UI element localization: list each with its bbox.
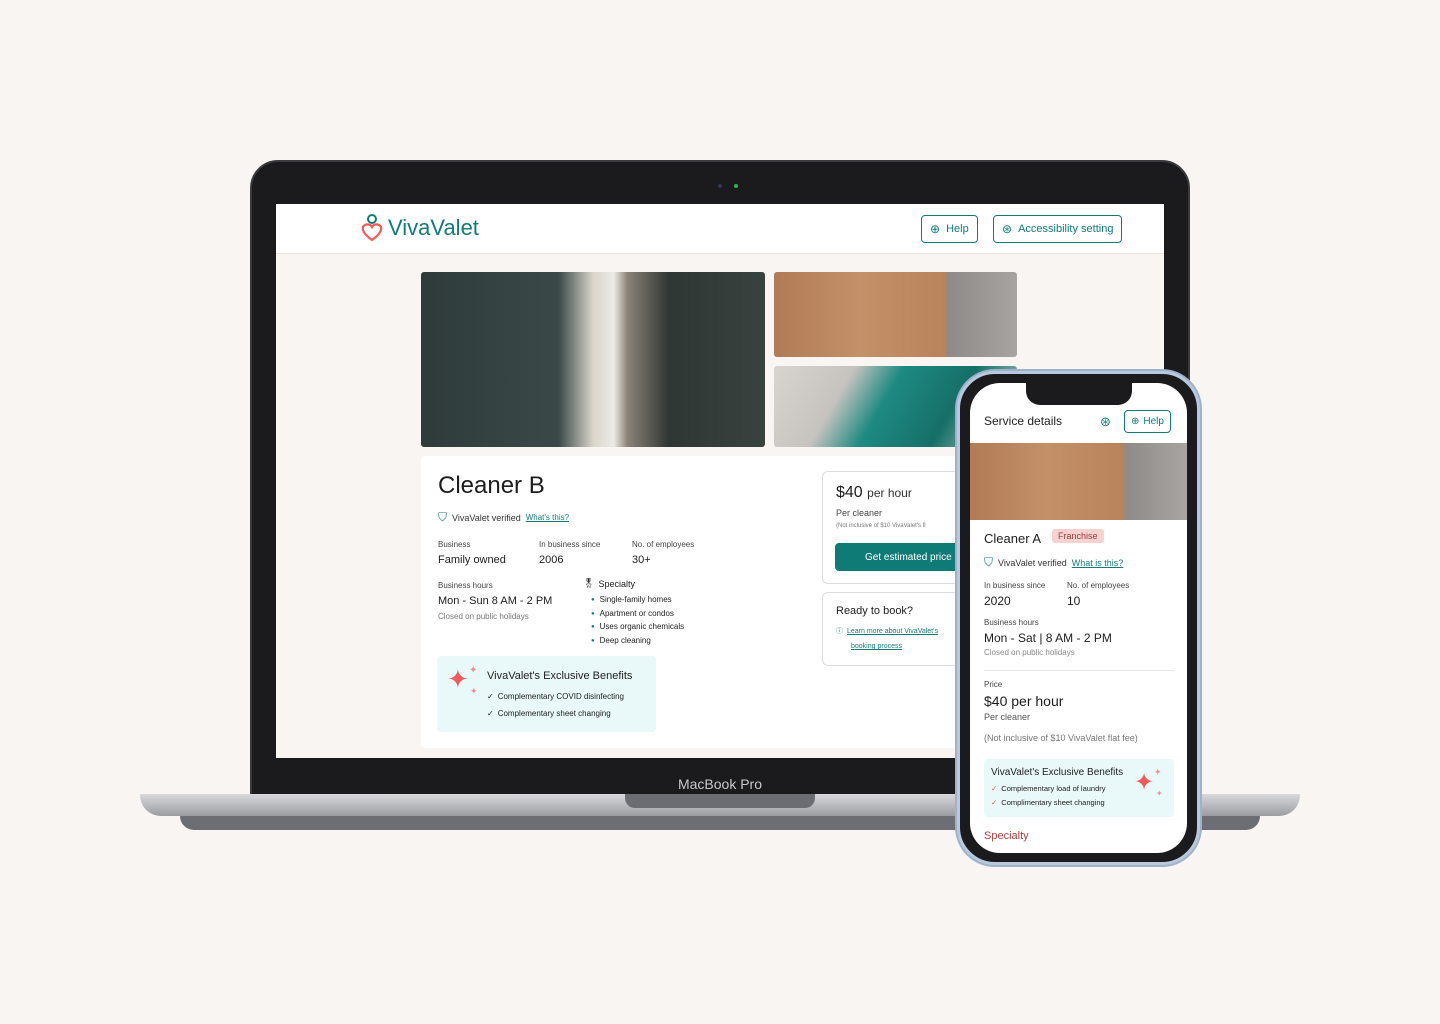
camera-dot — [718, 184, 722, 188]
page-title: Service details — [984, 414, 1063, 428]
hours-note: Closed on public holidays — [438, 612, 529, 621]
since-label: In business since — [539, 540, 601, 549]
benefit-text: Complementary load of laundry — [1001, 784, 1106, 793]
app-header: VivaValet ⊕ Help ⊛ Accessibility setting — [276, 204, 1164, 254]
lifebuoy-icon: ⊕ — [930, 222, 941, 236]
check-icon: ✓ — [991, 784, 998, 793]
employees-label: No. of employees — [1067, 581, 1130, 590]
list-item: Deep cleaning — [591, 635, 684, 649]
benefit-item: ✓ Complementary sheet changing — [487, 709, 611, 718]
franchise-badge: Franchise — [1052, 529, 1104, 543]
accessibility-setting-button[interactable]: ⊛ Accessibility setting — [993, 215, 1123, 243]
verified-row: ⛉ VivaValet verified What is this? — [984, 555, 1123, 570]
verified-text: VivaValet verified — [452, 512, 521, 523]
benefit-item: ✓ Complementary load of laundry — [991, 784, 1106, 793]
cleaner-name: Cleaner B — [438, 472, 545, 499]
phone-device: Service details ⊛ ⊕ Help Cleaner A Franc… — [957, 371, 1200, 865]
price-label: Price — [984, 680, 1003, 689]
benefit-item: ✓ Complementary COVID disinfecting — [487, 692, 624, 701]
check-icon: ✓ — [487, 692, 494, 701]
help-button[interactable]: ⊕ Help — [921, 215, 978, 243]
specialty-list: Single-family homes Apartment or condos … — [591, 594, 684, 648]
benefit-text: Complimentary sheet changing — [1001, 798, 1105, 807]
shield-check-icon: ⛉ — [438, 510, 448, 524]
divider — [984, 670, 1174, 671]
hours-label: Business hours — [984, 618, 1039, 627]
list-item: Uses organic chemicals — [591, 621, 684, 635]
check-icon: ✓ — [487, 709, 494, 718]
sparkle-small-icon: ✦ — [470, 686, 478, 696]
brand-name: VivaValet — [388, 215, 479, 240]
specialty-header: 🎖 Specialty — [583, 578, 635, 589]
help-button-label: Help — [1143, 416, 1164, 427]
help-button-label: Help — [946, 223, 969, 235]
verified-text: VivaValet verified — [998, 557, 1067, 568]
hours-value: Mon - Sat | 8 AM - 2 PM — [984, 631, 1112, 645]
since-value: 2006 — [539, 554, 564, 566]
laptop-base-notch — [625, 794, 815, 808]
accessibility-icon[interactable]: ⊛ — [1100, 414, 1111, 430]
cleaner-photo-railing[interactable] — [774, 272, 1017, 357]
cleaner-photo-window[interactable] — [421, 272, 765, 447]
sparkle-small-icon: ✦ — [1156, 789, 1163, 798]
accessibility-button-label: Accessibility setting — [1018, 223, 1114, 235]
price-sub: Per cleaner — [836, 508, 883, 518]
since-label: In business since — [984, 581, 1046, 590]
price-sub: Per cleaner — [984, 712, 1031, 722]
accessibility-icon: ⊛ — [1002, 222, 1013, 236]
help-button[interactable]: ⊕ Help — [1124, 410, 1171, 433]
heart-person-logo-icon — [361, 214, 383, 242]
since-value: 2020 — [984, 594, 1011, 608]
exclusive-benefits-box: VivaValet's Exclusive Benefits ✓ Compleme… — [984, 759, 1174, 817]
lifebuoy-icon: ⊕ — [1131, 416, 1140, 427]
whats-this-link[interactable]: What's this? — [526, 513, 569, 522]
sparkle-icon: ✦ — [447, 664, 469, 694]
benefits-title: VivaValet's Exclusive Benefits — [991, 767, 1124, 778]
specialty-heading: Specialty — [984, 830, 1029, 842]
price-unit: per hour — [867, 486, 912, 500]
what-is-this-link[interactable]: What is this? — [1072, 558, 1124, 568]
phone-notch — [1026, 383, 1132, 405]
list-item: Single-family homes — [591, 594, 684, 608]
benefits-title: VivaValet's Exclusive Benefits — [487, 670, 633, 682]
price-value: $40 per hour — [984, 693, 1064, 709]
sparkle-small-icon: ✦ — [469, 665, 478, 676]
benefit-item: ✓ Complimentary sheet changing — [991, 798, 1105, 807]
specialty-label: Specialty — [598, 578, 635, 589]
benefit-text: Complementary sheet changing — [497, 709, 611, 718]
cleaner-name: Cleaner A — [984, 531, 1042, 546]
employees-value: 30+ — [632, 554, 651, 566]
sparkle-small-icon: ✦ — [1154, 767, 1162, 777]
hours-note: Closed on public holidays — [984, 648, 1075, 657]
booking-process-link[interactable]: ⓘ Learn more about VivaValet's booking pr… — [836, 624, 938, 654]
employees-label: No. of employees — [632, 540, 695, 549]
business-label: Business — [438, 540, 471, 549]
question-circle-icon: ⓘ — [836, 628, 843, 635]
verified-row: ⛉ VivaValet verified What's this? — [438, 510, 569, 525]
camera-indicator-light — [734, 184, 738, 188]
employees-value: 10 — [1067, 594, 1081, 608]
phone-screen: Service details ⊛ ⊕ Help Cleaner A Franc… — [970, 383, 1187, 853]
price-note: (Not inclusive of $10 VivaValet's fl — [836, 523, 926, 529]
price-note: (Not inclusive of $10 VivaValet flat fee… — [984, 733, 1138, 743]
sparkle-icon: ✦ — [1134, 769, 1155, 796]
exclusive-benefits-box: ✦ ✦ ✦ VivaValet's Exclusive Benefits ✓ Co… — [437, 656, 656, 732]
price-amount: $40 — [836, 484, 863, 501]
benefit-text: Complementary COVID disinfecting — [497, 692, 624, 701]
brand-logo[interactable]: VivaValet — [360, 214, 479, 242]
link-line-1: Learn more about VivaValet's — [847, 628, 938, 635]
price-value: $40 per hour — [836, 484, 912, 502]
ready-title: Ready to book? — [836, 605, 914, 617]
link-line-2: booking process — [851, 643, 902, 650]
hours-label: Business hours — [438, 581, 493, 590]
ribbon-badge-icon: 🎖 — [583, 578, 595, 588]
list-item: Apartment or condos — [591, 608, 684, 622]
cleaner-photo[interactable] — [970, 443, 1187, 520]
shield-check-icon: ⛉ — [984, 555, 994, 569]
hours-value: Mon - Sun 8 AM - 2 PM — [438, 595, 553, 607]
business-value: Family owned — [438, 554, 506, 566]
check-icon: ✓ — [991, 798, 998, 807]
